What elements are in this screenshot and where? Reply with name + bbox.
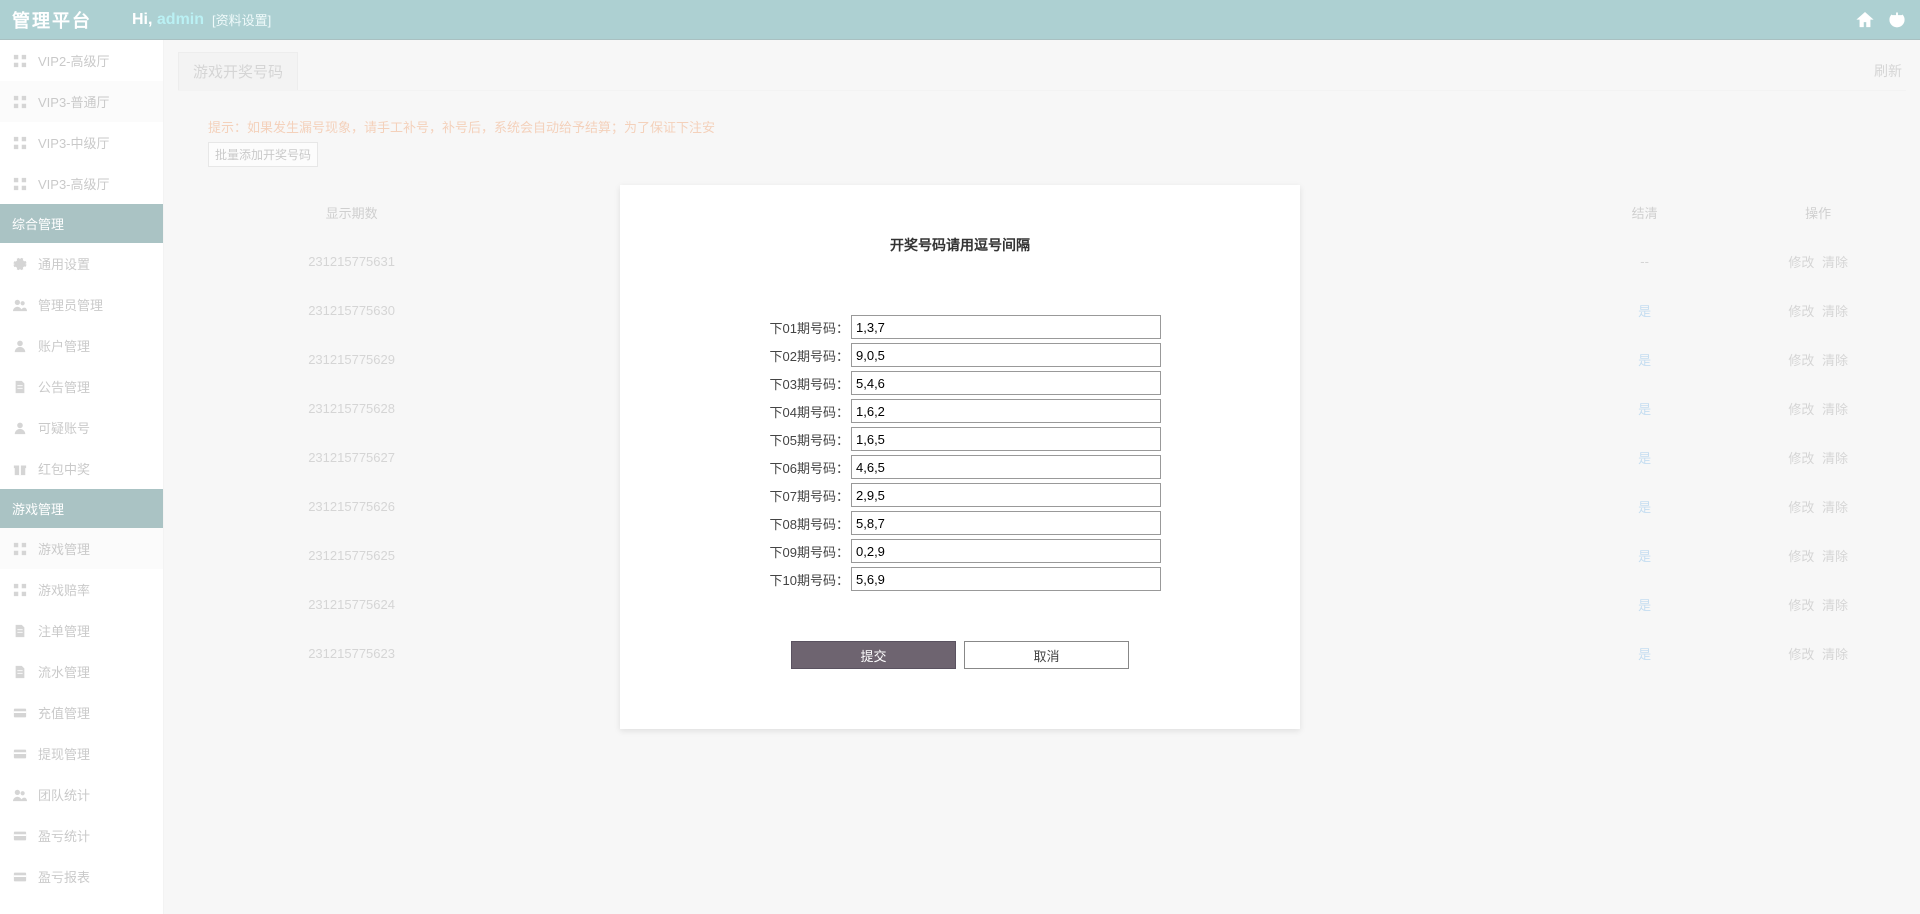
period-input-7[interactable]: [851, 483, 1161, 507]
period-input-9[interactable]: [851, 539, 1161, 563]
modal-row-4: 下04期号码：: [670, 399, 1250, 423]
modal-title: 开奖号码请用逗号间隔: [670, 235, 1250, 255]
period-label: 下05期号码：: [759, 430, 849, 449]
period-label: 下08期号码：: [759, 514, 849, 533]
period-input-6[interactable]: [851, 455, 1161, 479]
modal-row-2: 下02期号码：: [670, 343, 1250, 367]
period-label: 下02期号码：: [759, 346, 849, 365]
period-input-4[interactable]: [851, 399, 1161, 423]
modal-row-8: 下08期号码：: [670, 511, 1250, 535]
modal-row-10: 下10期号码：: [670, 567, 1250, 591]
period-input-3[interactable]: [851, 371, 1161, 395]
period-input-1[interactable]: [851, 315, 1161, 339]
period-label: 下06期号码：: [759, 458, 849, 477]
period-label: 下03期号码：: [759, 374, 849, 393]
modal-row-7: 下07期号码：: [670, 483, 1250, 507]
modal-row-5: 下05期号码：: [670, 427, 1250, 451]
cancel-button[interactable]: 取消: [964, 641, 1129, 669]
period-label: 下01期号码：: [759, 318, 849, 337]
modal-row-3: 下03期号码：: [670, 371, 1250, 395]
period-label: 下09期号码：: [759, 542, 849, 561]
modal-row-6: 下06期号码：: [670, 455, 1250, 479]
submit-button[interactable]: 提交: [791, 641, 956, 669]
period-label: 下04期号码：: [759, 402, 849, 421]
period-label: 下07期号码：: [759, 486, 849, 505]
period-input-10[interactable]: [851, 567, 1161, 591]
period-input-5[interactable]: [851, 427, 1161, 451]
period-input-8[interactable]: [851, 511, 1161, 535]
modal-row-9: 下09期号码：: [670, 539, 1250, 563]
batch-add-modal: 开奖号码请用逗号间隔 下01期号码： 下02期号码： 下03期号码： 下04期号码： 下…: [620, 185, 1300, 729]
period-input-2[interactable]: [851, 343, 1161, 367]
period-label: 下10期号码：: [759, 570, 849, 589]
modal-row-1: 下01期号码：: [670, 315, 1250, 339]
